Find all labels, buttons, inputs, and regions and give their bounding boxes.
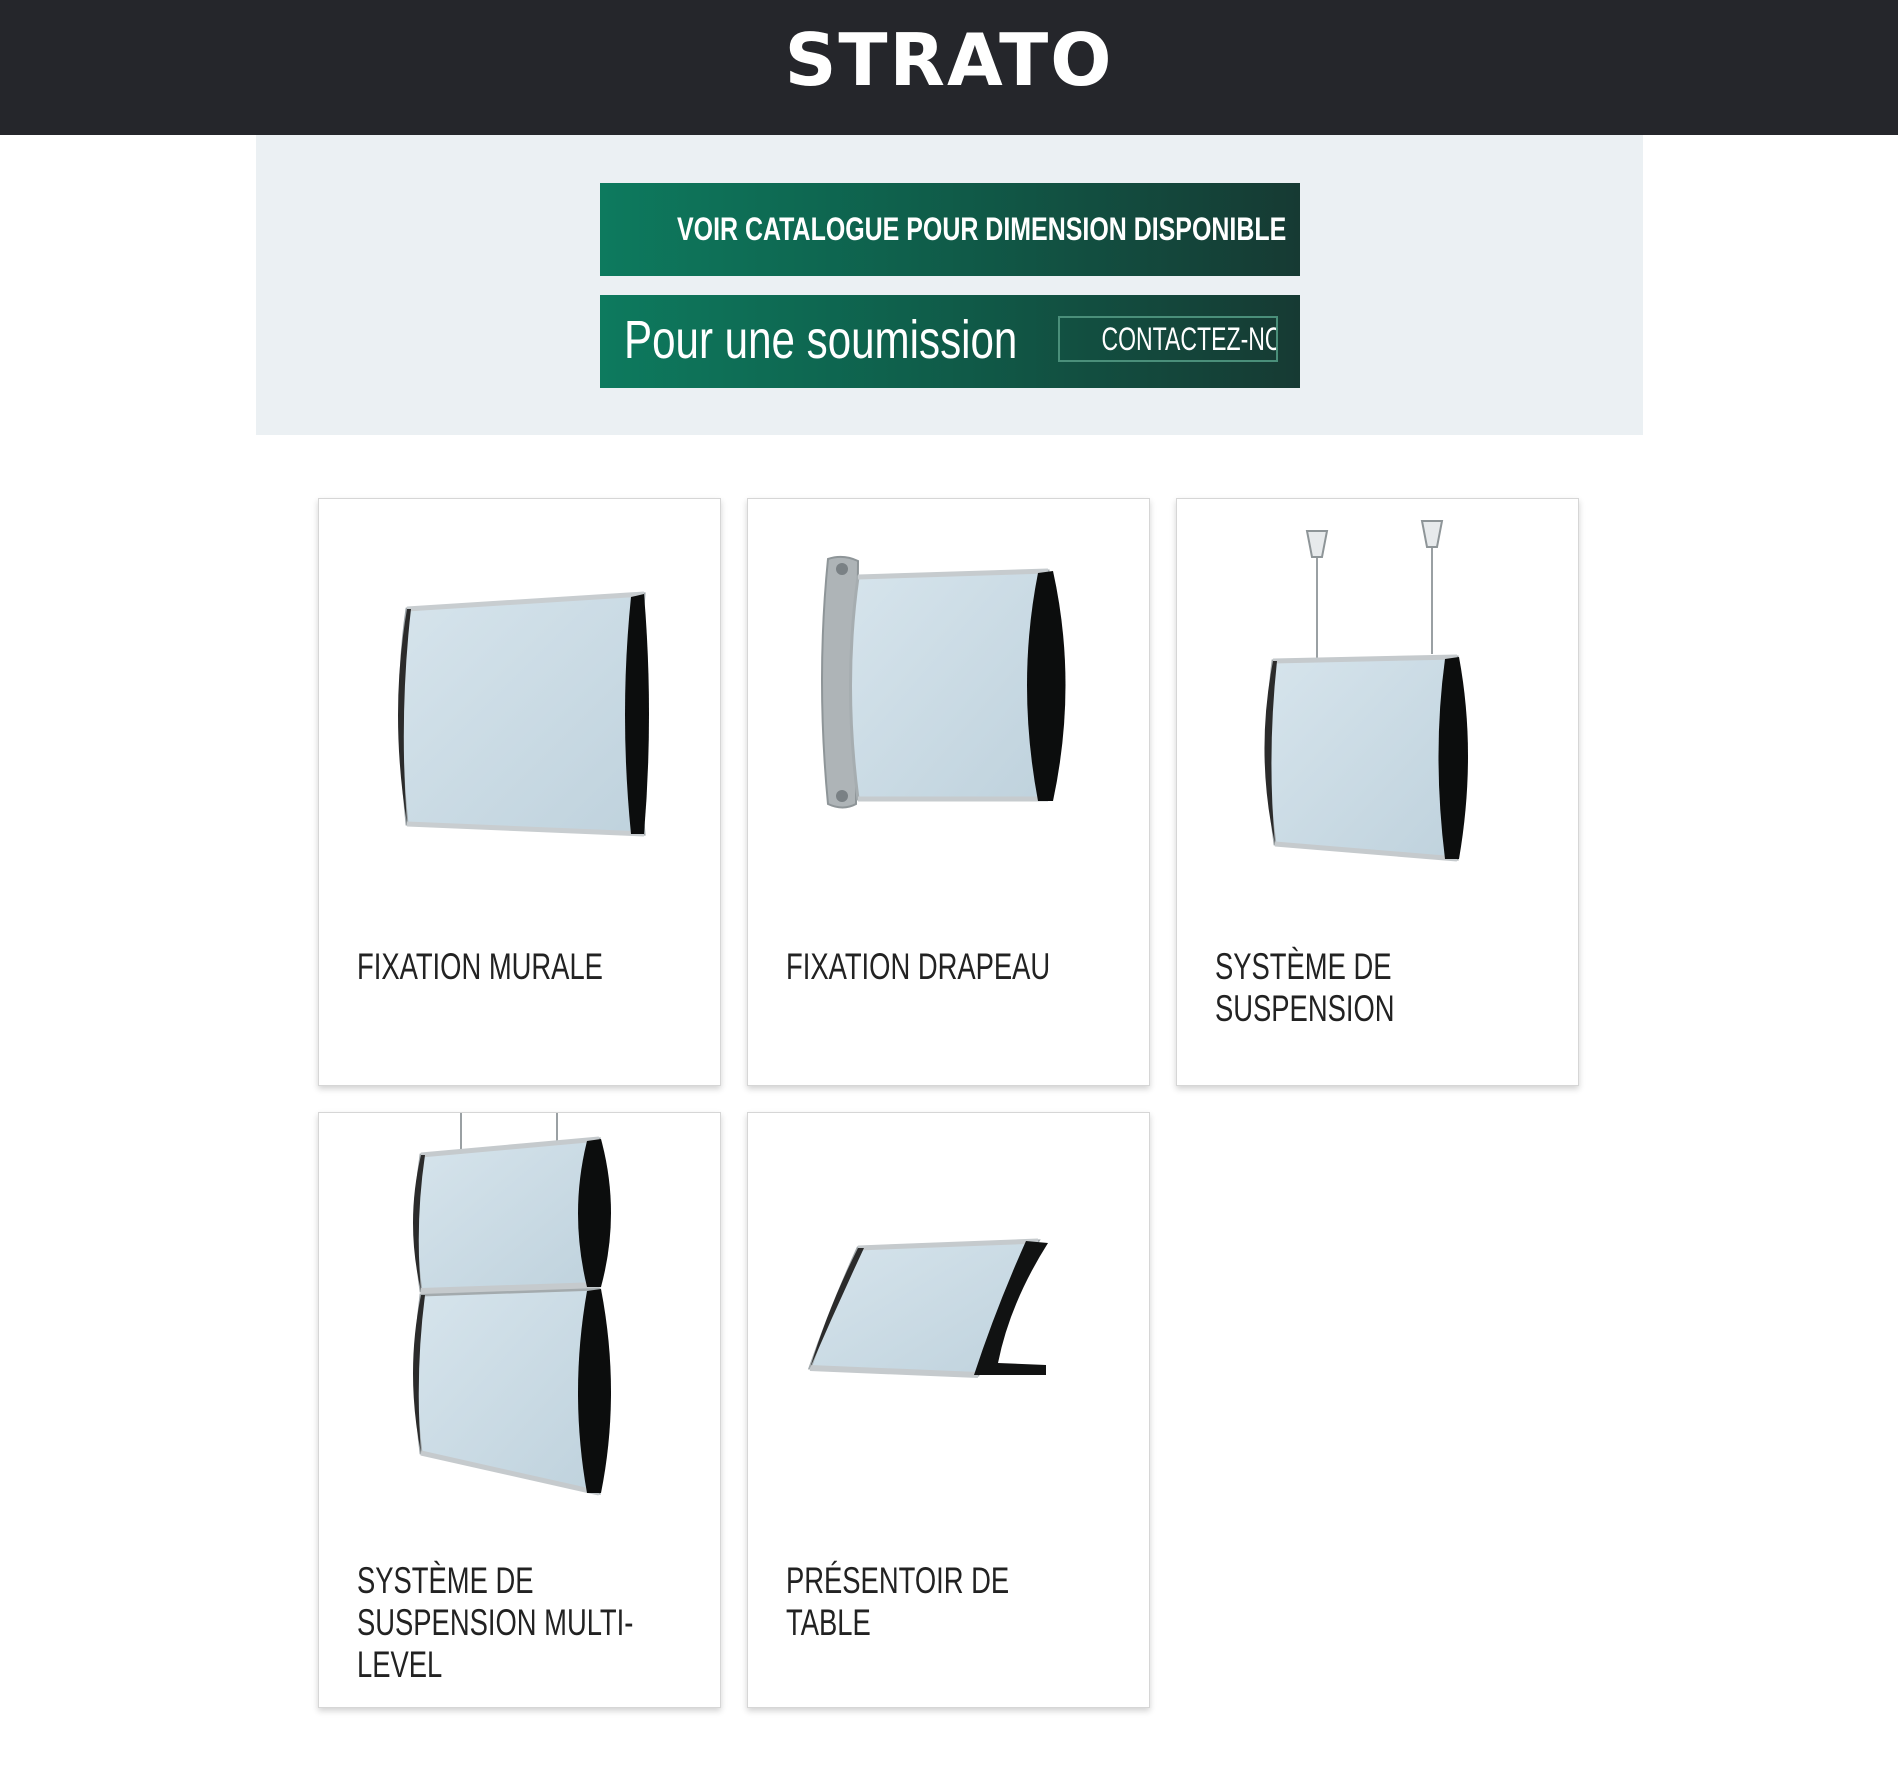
- catalog-button[interactable]: VOIR CATALOGUE POUR DIMENSION DISPONIBLE: [600, 183, 1300, 276]
- product-card-flag-mount[interactable]: FIXATION DRAPEAU: [747, 498, 1150, 1086]
- multi-level-suspension-sign-icon: [413, 1113, 611, 1496]
- catalog-button-label: VOIR CATALOGUE POUR DIMENSION DISPONIBLE: [677, 211, 1287, 247]
- product-label: SYSTÈME DE SUSPENSION MULTI-LEVEL: [357, 1560, 634, 1685]
- product-label: FIXATION DRAPEAU: [786, 946, 1051, 987]
- site-header: STRATO: [0, 0, 1898, 135]
- contact-button[interactable]: CONTACTEZ-NOUS: [1058, 316, 1278, 362]
- suspension-sign-icon: [1264, 520, 1468, 862]
- quote-button[interactable]: Pour une soumission CONTACTEZ-NOUS: [600, 295, 1300, 388]
- product-card-suspension[interactable]: SYSTÈME DE SUSPENSION: [1176, 498, 1579, 1086]
- product-card-wall-mount[interactable]: FIXATION MURALE: [318, 498, 721, 1086]
- table-display-sign-icon: [807, 1238, 1048, 1378]
- product-label: FIXATION MURALE: [357, 946, 603, 987]
- flag-mount-sign-icon: [821, 555, 1066, 809]
- product-label: PRÉSENTOIR DE TABLE: [786, 1560, 1010, 1643]
- product-card-table-display[interactable]: PRÉSENTOIR DE TABLE: [747, 1112, 1150, 1708]
- product-label: SYSTÈME DE SUSPENSION: [1215, 946, 1395, 1029]
- contact-button-label: CONTACTEZ-NOUS: [1101, 321, 1276, 357]
- site-title: STRATO: [784, 18, 1114, 102]
- quote-text: Pour une soumission: [624, 310, 1018, 370]
- wall-mount-sign-icon: [398, 591, 649, 837]
- product-card-multi-level[interactable]: SYSTÈME DE SUSPENSION MULTI-LEVEL: [318, 1112, 721, 1708]
- promo-banner: VOIR CATALOGUE POUR DIMENSION DISPONIBLE…: [256, 135, 1643, 435]
